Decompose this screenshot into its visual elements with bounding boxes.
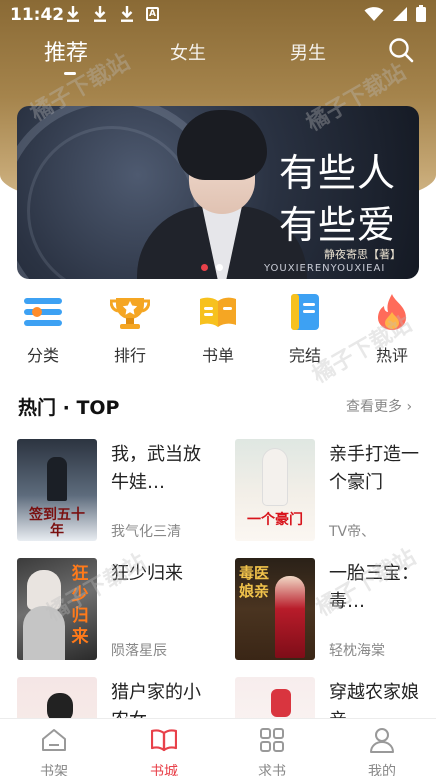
nav-request-book[interactable]: 求书	[242, 725, 302, 776]
nav-label: 求书	[258, 764, 286, 776]
fire-icon	[378, 294, 406, 330]
download-icon	[94, 6, 106, 22]
category-paihang[interactable]: 排行	[100, 290, 160, 366]
book-author: 我气化三清	[111, 524, 181, 540]
book-title: 狂少归来	[111, 563, 183, 584]
view-more-link[interactable]: 查看更多 ›	[346, 396, 412, 416]
category-label: 书单	[201, 346, 234, 365]
top-tab-bar: 推荐 女生 男生	[0, 33, 436, 83]
book-card[interactable]: 毒医娘亲 一胎三宝：毒… 轻枕海棠	[235, 558, 425, 663]
nav-bookstore[interactable]: 书城	[134, 725, 194, 776]
download-icon	[121, 6, 133, 22]
book-author: 陨落星辰	[111, 643, 167, 659]
book-cover: 狂少归来	[17, 558, 97, 660]
book-cover: 一个豪门	[235, 439, 315, 541]
carousel-dot[interactable]	[216, 264, 223, 271]
nav-bookshelf[interactable]: 书架	[24, 725, 84, 776]
tab-indicator	[64, 72, 76, 75]
book-cover: 毒医娘亲	[235, 558, 315, 660]
system-icons	[364, 5, 426, 22]
book-card[interactable]: 签到五十年 我，武当放牛娃… 我气化三清	[17, 439, 207, 544]
book-cover-text: 狂少归来	[71, 564, 89, 647]
category-label: 分类	[26, 346, 59, 365]
carousel-dots	[201, 264, 223, 271]
category-label: 热评	[375, 346, 408, 365]
book-list-icon	[200, 297, 236, 327]
nav-profile[interactable]: 我的	[352, 725, 412, 776]
book-cover-text: 一个豪门	[247, 512, 303, 528]
bookstore-icon	[151, 729, 177, 752]
banner-carousel[interactable]: 有些人 有些爱 静夜寄思【著】 YOUXIERENYOUXIEAI	[17, 106, 419, 279]
book-author: TV帝、	[329, 524, 376, 540]
status-time: 11:42	[10, 5, 65, 25]
book-cover-text: 签到五十年	[29, 507, 85, 539]
tab-recommend[interactable]: 推荐	[44, 35, 88, 67]
banner-title-line1: 有些人	[279, 151, 397, 195]
category-row: 分类 排行 书单 完结 热评	[0, 290, 436, 370]
book-title: 一胎三宝：毒…	[329, 563, 419, 612]
download-icon	[67, 6, 79, 22]
battery-icon	[416, 5, 426, 22]
book-cover: 签到五十年	[17, 439, 97, 541]
nav-label: 书架	[40, 764, 68, 776]
book-card[interactable]: 一个豪门 亲手打造一个豪门 TV帝、	[235, 439, 425, 544]
category-label: 完结	[288, 346, 321, 365]
banner-title-line2: 有些爱	[279, 203, 397, 247]
book-card[interactable]: 狂少归来 狂少归来 陨落星辰	[17, 558, 207, 663]
wifi-icon	[364, 6, 384, 21]
nav-label: 我的	[368, 764, 396, 776]
category-shudan[interactable]: 书单	[188, 290, 248, 366]
category-fenlei[interactable]: 分类	[13, 290, 73, 366]
profile-icon	[370, 728, 394, 753]
bookshelf-icon	[42, 729, 66, 751]
trophy-icon	[110, 298, 150, 329]
tab-male[interactable]: 男生	[290, 39, 326, 65]
book-author: 轻枕海棠	[329, 643, 385, 659]
tab-female[interactable]: 女生	[170, 39, 206, 65]
book-cover-text: 毒医娘亲	[239, 564, 270, 600]
category-icon	[24, 298, 62, 326]
grid-icon	[260, 728, 284, 752]
finished-icon	[291, 294, 319, 330]
status-bar: 11:42 A	[0, 0, 436, 30]
banner-author: 静夜寄思【著】	[324, 248, 401, 261]
bottom-nav-bar: 书架 书城 求书 我的	[0, 718, 436, 776]
book-title: 亲手打造一个豪门	[329, 444, 419, 493]
category-repin[interactable]: 热评	[362, 290, 422, 366]
category-wanjie[interactable]: 完结	[275, 290, 335, 366]
banner-figure-hair	[177, 110, 267, 180]
section-title-hot: 热门 · TOP	[18, 397, 120, 419]
notification-a-icon: A	[146, 7, 159, 21]
category-label: 排行	[113, 346, 146, 365]
signal-icon	[393, 6, 407, 21]
carousel-dot-active[interactable]	[201, 264, 208, 271]
search-icon[interactable]	[388, 37, 414, 63]
book-title: 我，武当放牛娃…	[111, 444, 201, 493]
nav-label: 书城	[150, 764, 178, 776]
banner-pinyin: YOUXIERENYOUXIEAI	[264, 263, 386, 274]
